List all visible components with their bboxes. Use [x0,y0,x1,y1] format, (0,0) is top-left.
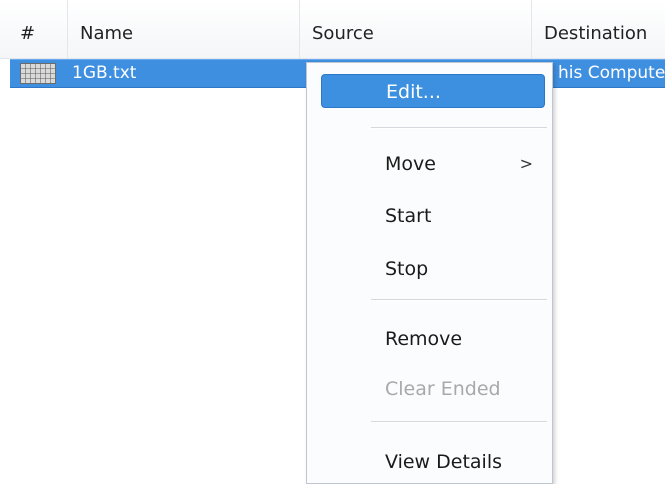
column-header-destination[interactable]: Destination [532,0,665,58]
row-destination: his Compute [558,63,665,83]
menu-separator [371,299,547,301]
transfer-queue-window: # Name Source Destination 1GB.txt his Co… [0,0,665,484]
column-header-source[interactable]: Source [300,0,532,58]
menu-item-clear-ended: Clear Ended [321,372,545,406]
column-header-row: # Name Source Destination [0,0,665,59]
column-header-name[interactable]: Name [68,0,300,58]
menu-item-stop[interactable]: Stop [321,252,545,286]
menu-item-remove[interactable]: Remove [321,322,545,356]
menu-item-view-details[interactable]: View Details [321,445,545,479]
menu-item-view-details-label: View Details [385,451,502,473]
menu-item-clear-ended-label: Clear Ended [385,378,501,400]
menu-item-start[interactable]: Start [321,199,545,233]
menu-item-stop-label: Stop [385,258,429,280]
menu-item-edit[interactable]: Edit... [321,74,545,108]
menu-item-edit-label: Edit... [386,81,441,103]
context-menu: Edit... Move > Start Stop Remove Clear E… [306,62,553,484]
chevron-right-icon: > [519,154,533,173]
menu-separator [371,127,547,129]
menu-item-remove-label: Remove [385,328,463,350]
menu-item-move-label: Move [385,153,436,175]
menu-separator [371,421,547,423]
file-grid-icon [20,63,56,84]
menu-item-start-label: Start [385,205,432,227]
column-header-number[interactable]: # [10,0,68,58]
menu-item-move[interactable]: Move > [321,147,545,181]
row-file-name: 1GB.txt [72,63,137,83]
